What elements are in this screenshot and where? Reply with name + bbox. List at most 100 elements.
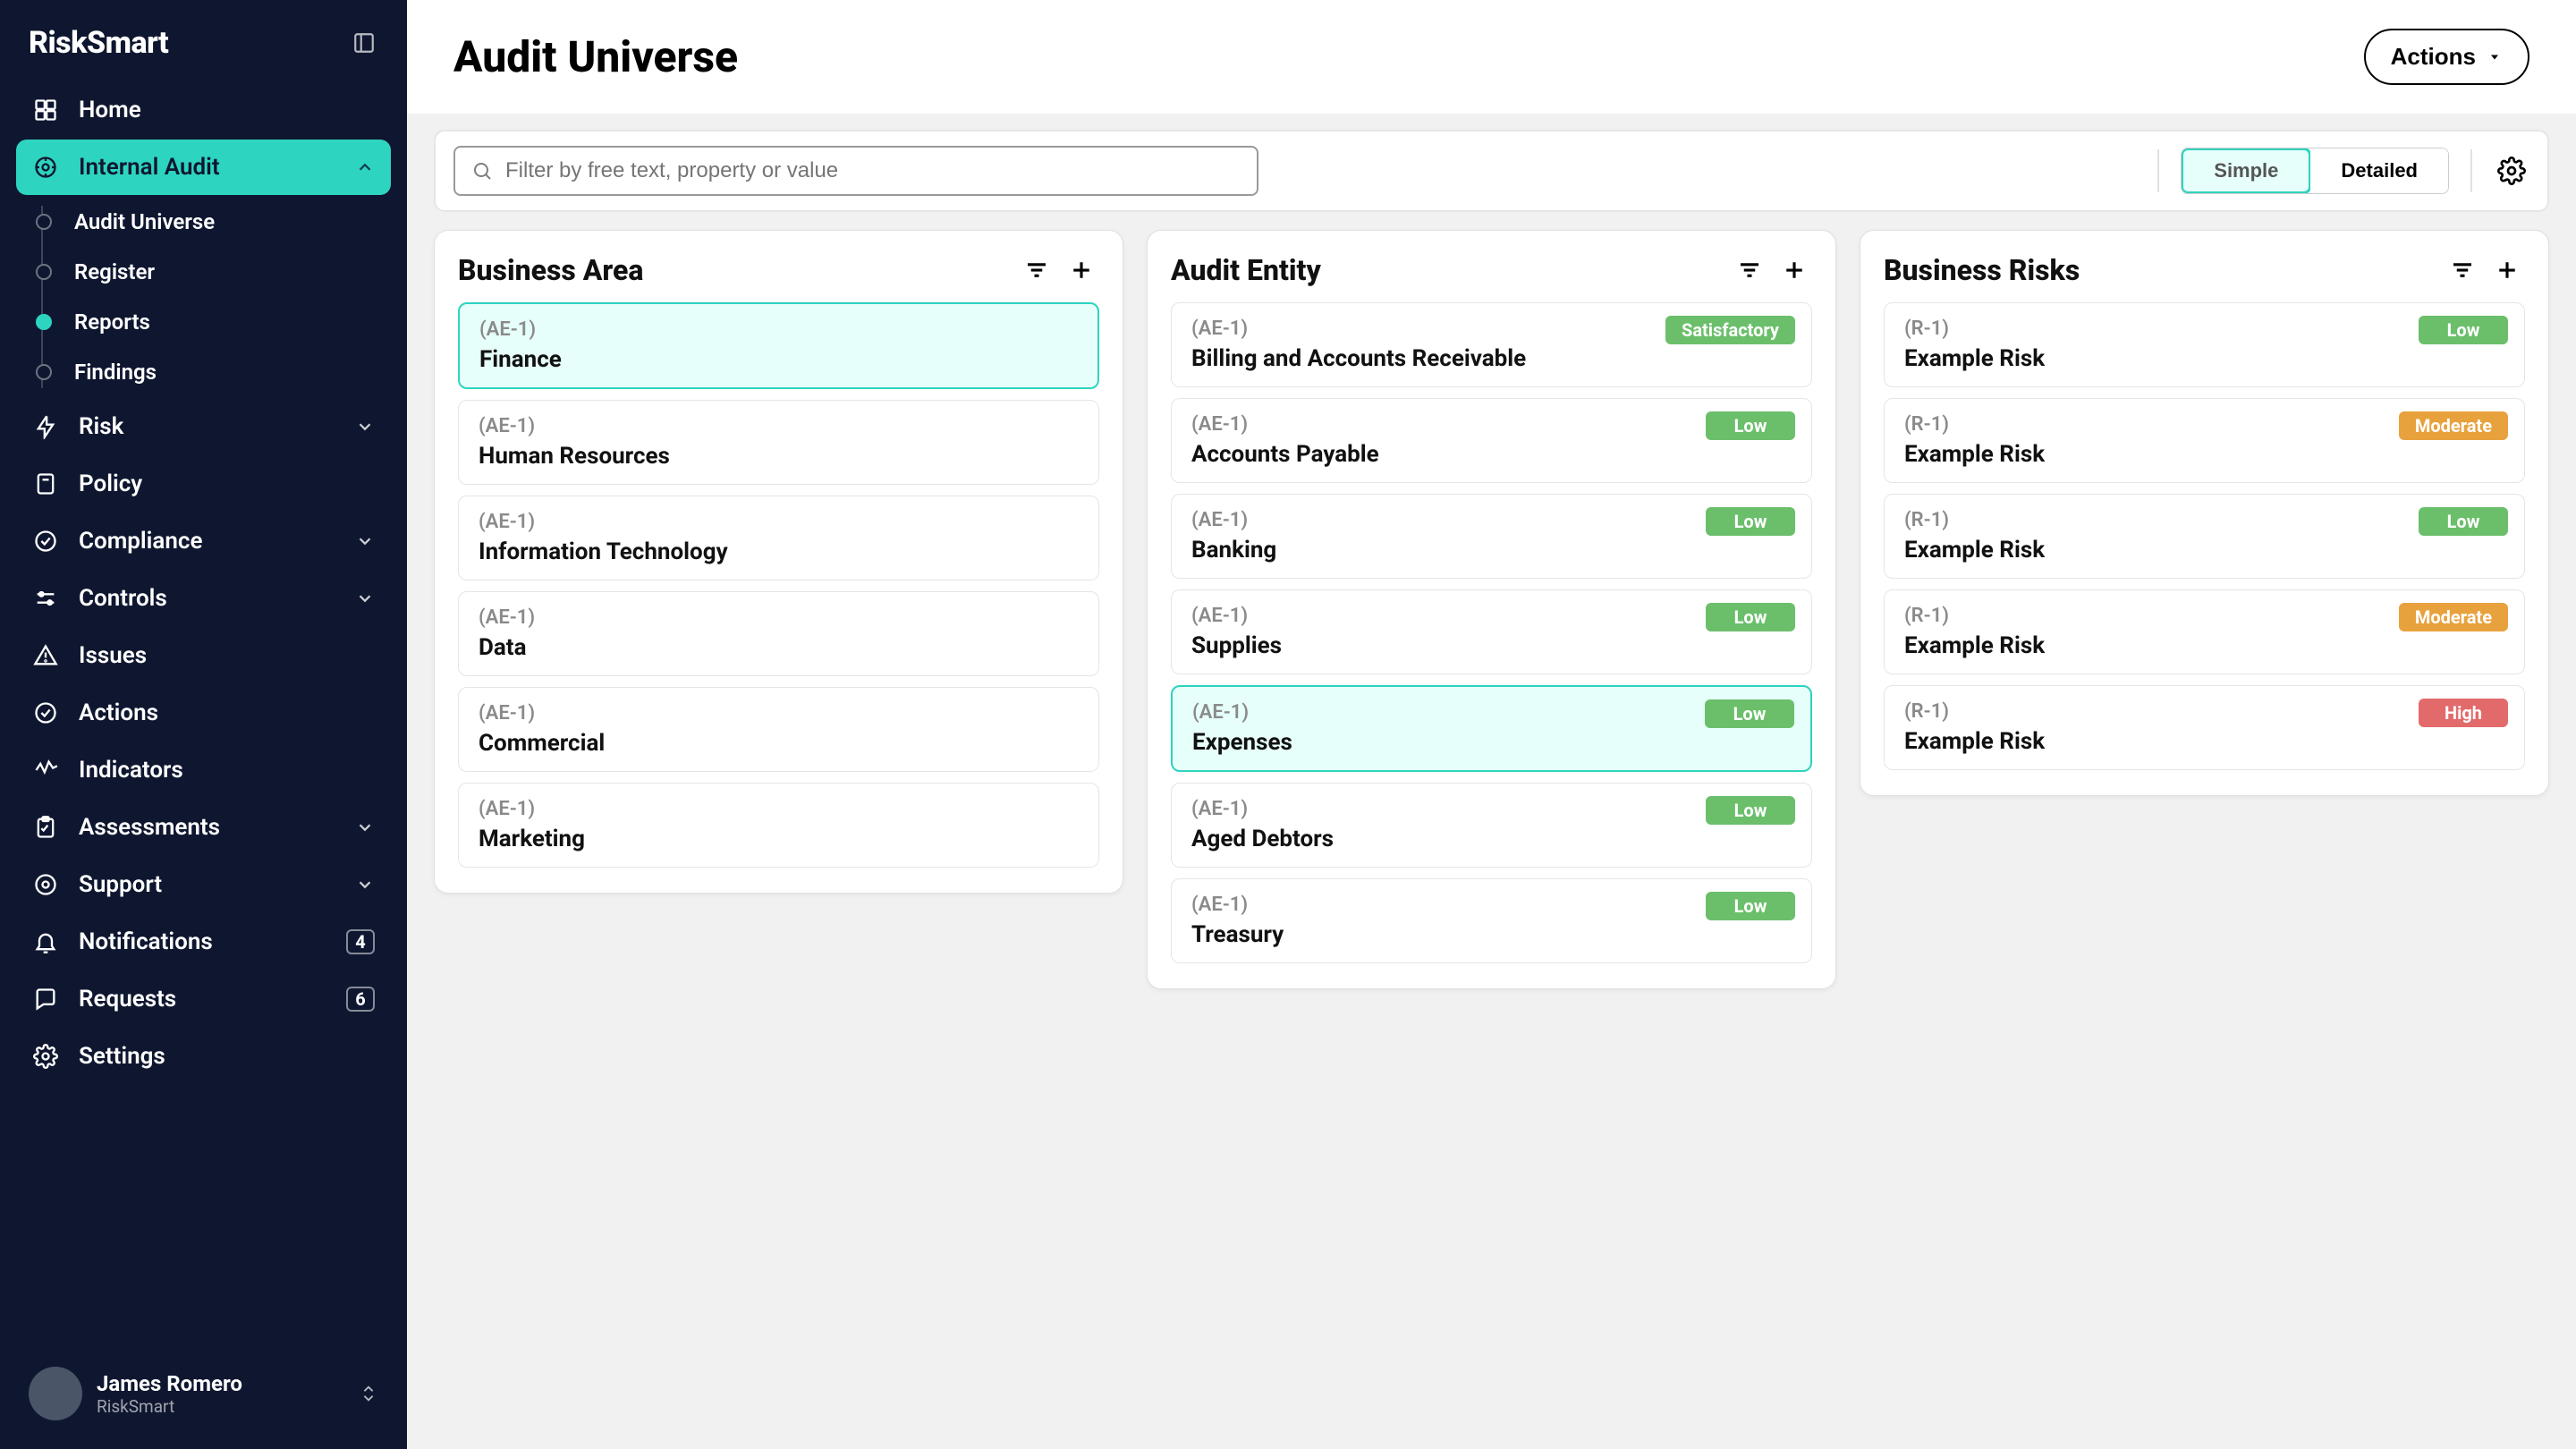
card[interactable]: (AE-1)Commercial xyxy=(458,687,1099,772)
card-title: Example Risk xyxy=(1904,728,2504,755)
sidebar-item-assessments[interactable]: Assessments xyxy=(16,800,391,855)
controls-icon xyxy=(32,585,59,612)
sidebar-item-requests[interactable]: Requests6 xyxy=(16,971,391,1027)
card[interactable]: (AE-1)Finance xyxy=(458,302,1099,389)
nav-badge: 6 xyxy=(346,987,375,1012)
card-title: Example Risk xyxy=(1904,537,2504,564)
card[interactable]: (AE-1)Marketing xyxy=(458,783,1099,868)
settings-button[interactable] xyxy=(2494,153,2529,189)
user-org: RiskSmart xyxy=(97,1396,242,1417)
status-badge: Low xyxy=(2419,316,2508,344)
card[interactable]: Satisfactory(AE-1)Billing and Accounts R… xyxy=(1171,302,1812,387)
card-id: (AE-1) xyxy=(479,415,1079,437)
filterbar: Simple Detailed xyxy=(434,130,2549,212)
column-title: Business Risks xyxy=(1884,253,2436,287)
sub-item-label: Audit Universe xyxy=(74,209,215,234)
sidebar-item-internal-audit[interactable]: Internal Audit xyxy=(16,140,391,195)
card[interactable]: (AE-1)Data xyxy=(458,591,1099,676)
sidebar-collapse-button[interactable] xyxy=(350,29,378,57)
card-id: (AE-1) xyxy=(1191,509,1792,531)
view-simple-button[interactable]: Simple xyxy=(2181,148,2311,194)
nav-badge: 4 xyxy=(346,929,375,954)
column-filter-button[interactable] xyxy=(1732,252,1767,288)
card-title: Example Risk xyxy=(1904,632,2504,659)
card[interactable]: Low(R-1)Example Risk xyxy=(1884,494,2525,579)
card-id: (R-1) xyxy=(1904,700,2504,723)
card-title: Data xyxy=(479,634,1079,661)
card[interactable]: Low(AE-1)Accounts Payable xyxy=(1171,398,1812,483)
sidebar-item-controls[interactable]: Controls xyxy=(16,571,391,626)
chevron-down-icon xyxy=(355,875,375,894)
sidebar-item-indicators[interactable]: Indicators xyxy=(16,742,391,798)
user-footer[interactable]: James Romero RiskSmart xyxy=(16,1354,391,1433)
card-title: Supplies xyxy=(1191,632,1792,659)
sidebar-item-actions[interactable]: Actions xyxy=(16,685,391,741)
card-title: Example Risk xyxy=(1904,441,2504,468)
nav-label: Risk xyxy=(79,413,123,440)
search-input[interactable] xyxy=(505,158,1241,183)
panel-icon xyxy=(352,31,376,55)
card[interactable]: High(R-1)Example Risk xyxy=(1884,685,2525,770)
status-badge: Low xyxy=(2419,507,2508,536)
card-id: (AE-1) xyxy=(1191,894,1792,916)
card[interactable]: Low(AE-1)Expenses xyxy=(1171,685,1812,772)
sidebar-item-risk[interactable]: Risk xyxy=(16,399,391,454)
view-toggle: Simple Detailed xyxy=(2181,148,2449,194)
sub-item-audit-universe[interactable]: Audit Universe xyxy=(56,197,391,247)
card[interactable]: Low(AE-1) Supplies xyxy=(1171,589,1812,674)
card[interactable]: Low(AE-1)Treasury xyxy=(1171,878,1812,963)
assessments-icon xyxy=(32,814,59,841)
sidebar: RiskSmart Home Internal Audit Audit Univer… xyxy=(0,0,407,1449)
user-name: James Romero xyxy=(97,1371,242,1396)
column-filter-button[interactable] xyxy=(1019,252,1055,288)
card-id: (AE-1) xyxy=(1191,605,1792,627)
card[interactable]: (AE-1)Information Technology xyxy=(458,496,1099,580)
sidebar-item-settings[interactable]: Settings xyxy=(16,1029,391,1084)
home-icon xyxy=(32,97,59,123)
columns: Business Area(AE-1)Finance(AE-1)Human Re… xyxy=(434,230,2549,1422)
sidebar-item-home[interactable]: Home xyxy=(16,82,391,138)
sub-item-reports[interactable]: Reports xyxy=(56,297,391,347)
sidebar-item-support[interactable]: Support xyxy=(16,857,391,912)
card-id: (AE-1) xyxy=(1191,798,1792,820)
actions-icon xyxy=(32,699,59,726)
card[interactable]: Moderate(R-1)Example Risk xyxy=(1884,589,2525,674)
nav-label: Home xyxy=(79,97,141,123)
search-box[interactable] xyxy=(453,146,1258,196)
column-header: Audit Entity xyxy=(1171,252,1812,288)
main: Audit Universe Actions Simple Detailed xyxy=(407,0,2576,1449)
status-badge: Low xyxy=(1706,603,1795,631)
column-add-button[interactable] xyxy=(1063,252,1099,288)
column-add-button[interactable] xyxy=(1776,252,1812,288)
column-title: Audit Entity xyxy=(1171,253,1723,287)
card[interactable]: Low(R-1)Example Risk xyxy=(1884,302,2525,387)
card[interactable]: Low(AE-1)Banking xyxy=(1171,494,1812,579)
card[interactable]: (AE-1)Human Resources xyxy=(458,400,1099,485)
nav-label: Internal Audit xyxy=(79,154,220,181)
user-switcher-icon[interactable] xyxy=(359,1381,378,1406)
card-id: (AE-1) xyxy=(479,798,1079,820)
card[interactable]: Moderate(R-1)Example Risk xyxy=(1884,398,2525,483)
nav-label: Assessments xyxy=(79,814,220,841)
card-title: Banking xyxy=(1191,537,1792,564)
column-add-button[interactable] xyxy=(2489,252,2525,288)
status-badge: Low xyxy=(1705,699,1794,728)
notifications-icon xyxy=(32,928,59,955)
card[interactable]: Low(AE-1)Aged Debtors xyxy=(1171,783,1812,868)
card-list: Satisfactory(AE-1)Billing and Accounts R… xyxy=(1171,302,1812,963)
card-id: (AE-1) xyxy=(479,511,1079,533)
actions-button[interactable]: Actions xyxy=(2364,29,2529,85)
sidebar-item-notifications[interactable]: Notifications4 xyxy=(16,914,391,970)
sub-item-register[interactable]: Register xyxy=(56,247,391,297)
view-detailed-button[interactable]: Detailed xyxy=(2310,148,2448,193)
column-header: Business Risks xyxy=(1884,252,2525,288)
avatar xyxy=(29,1367,82,1420)
sidebar-item-compliance[interactable]: Compliance xyxy=(16,513,391,569)
brand-logo: RiskSmart xyxy=(29,25,168,61)
card-title: Commercial xyxy=(479,730,1079,757)
sub-item-findings[interactable]: Findings xyxy=(56,347,391,397)
column-filter-button[interactable] xyxy=(2445,252,2480,288)
sidebar-item-issues[interactable]: Issues xyxy=(16,628,391,683)
sidebar-item-policy[interactable]: Policy xyxy=(16,456,391,512)
divider xyxy=(2470,149,2472,192)
